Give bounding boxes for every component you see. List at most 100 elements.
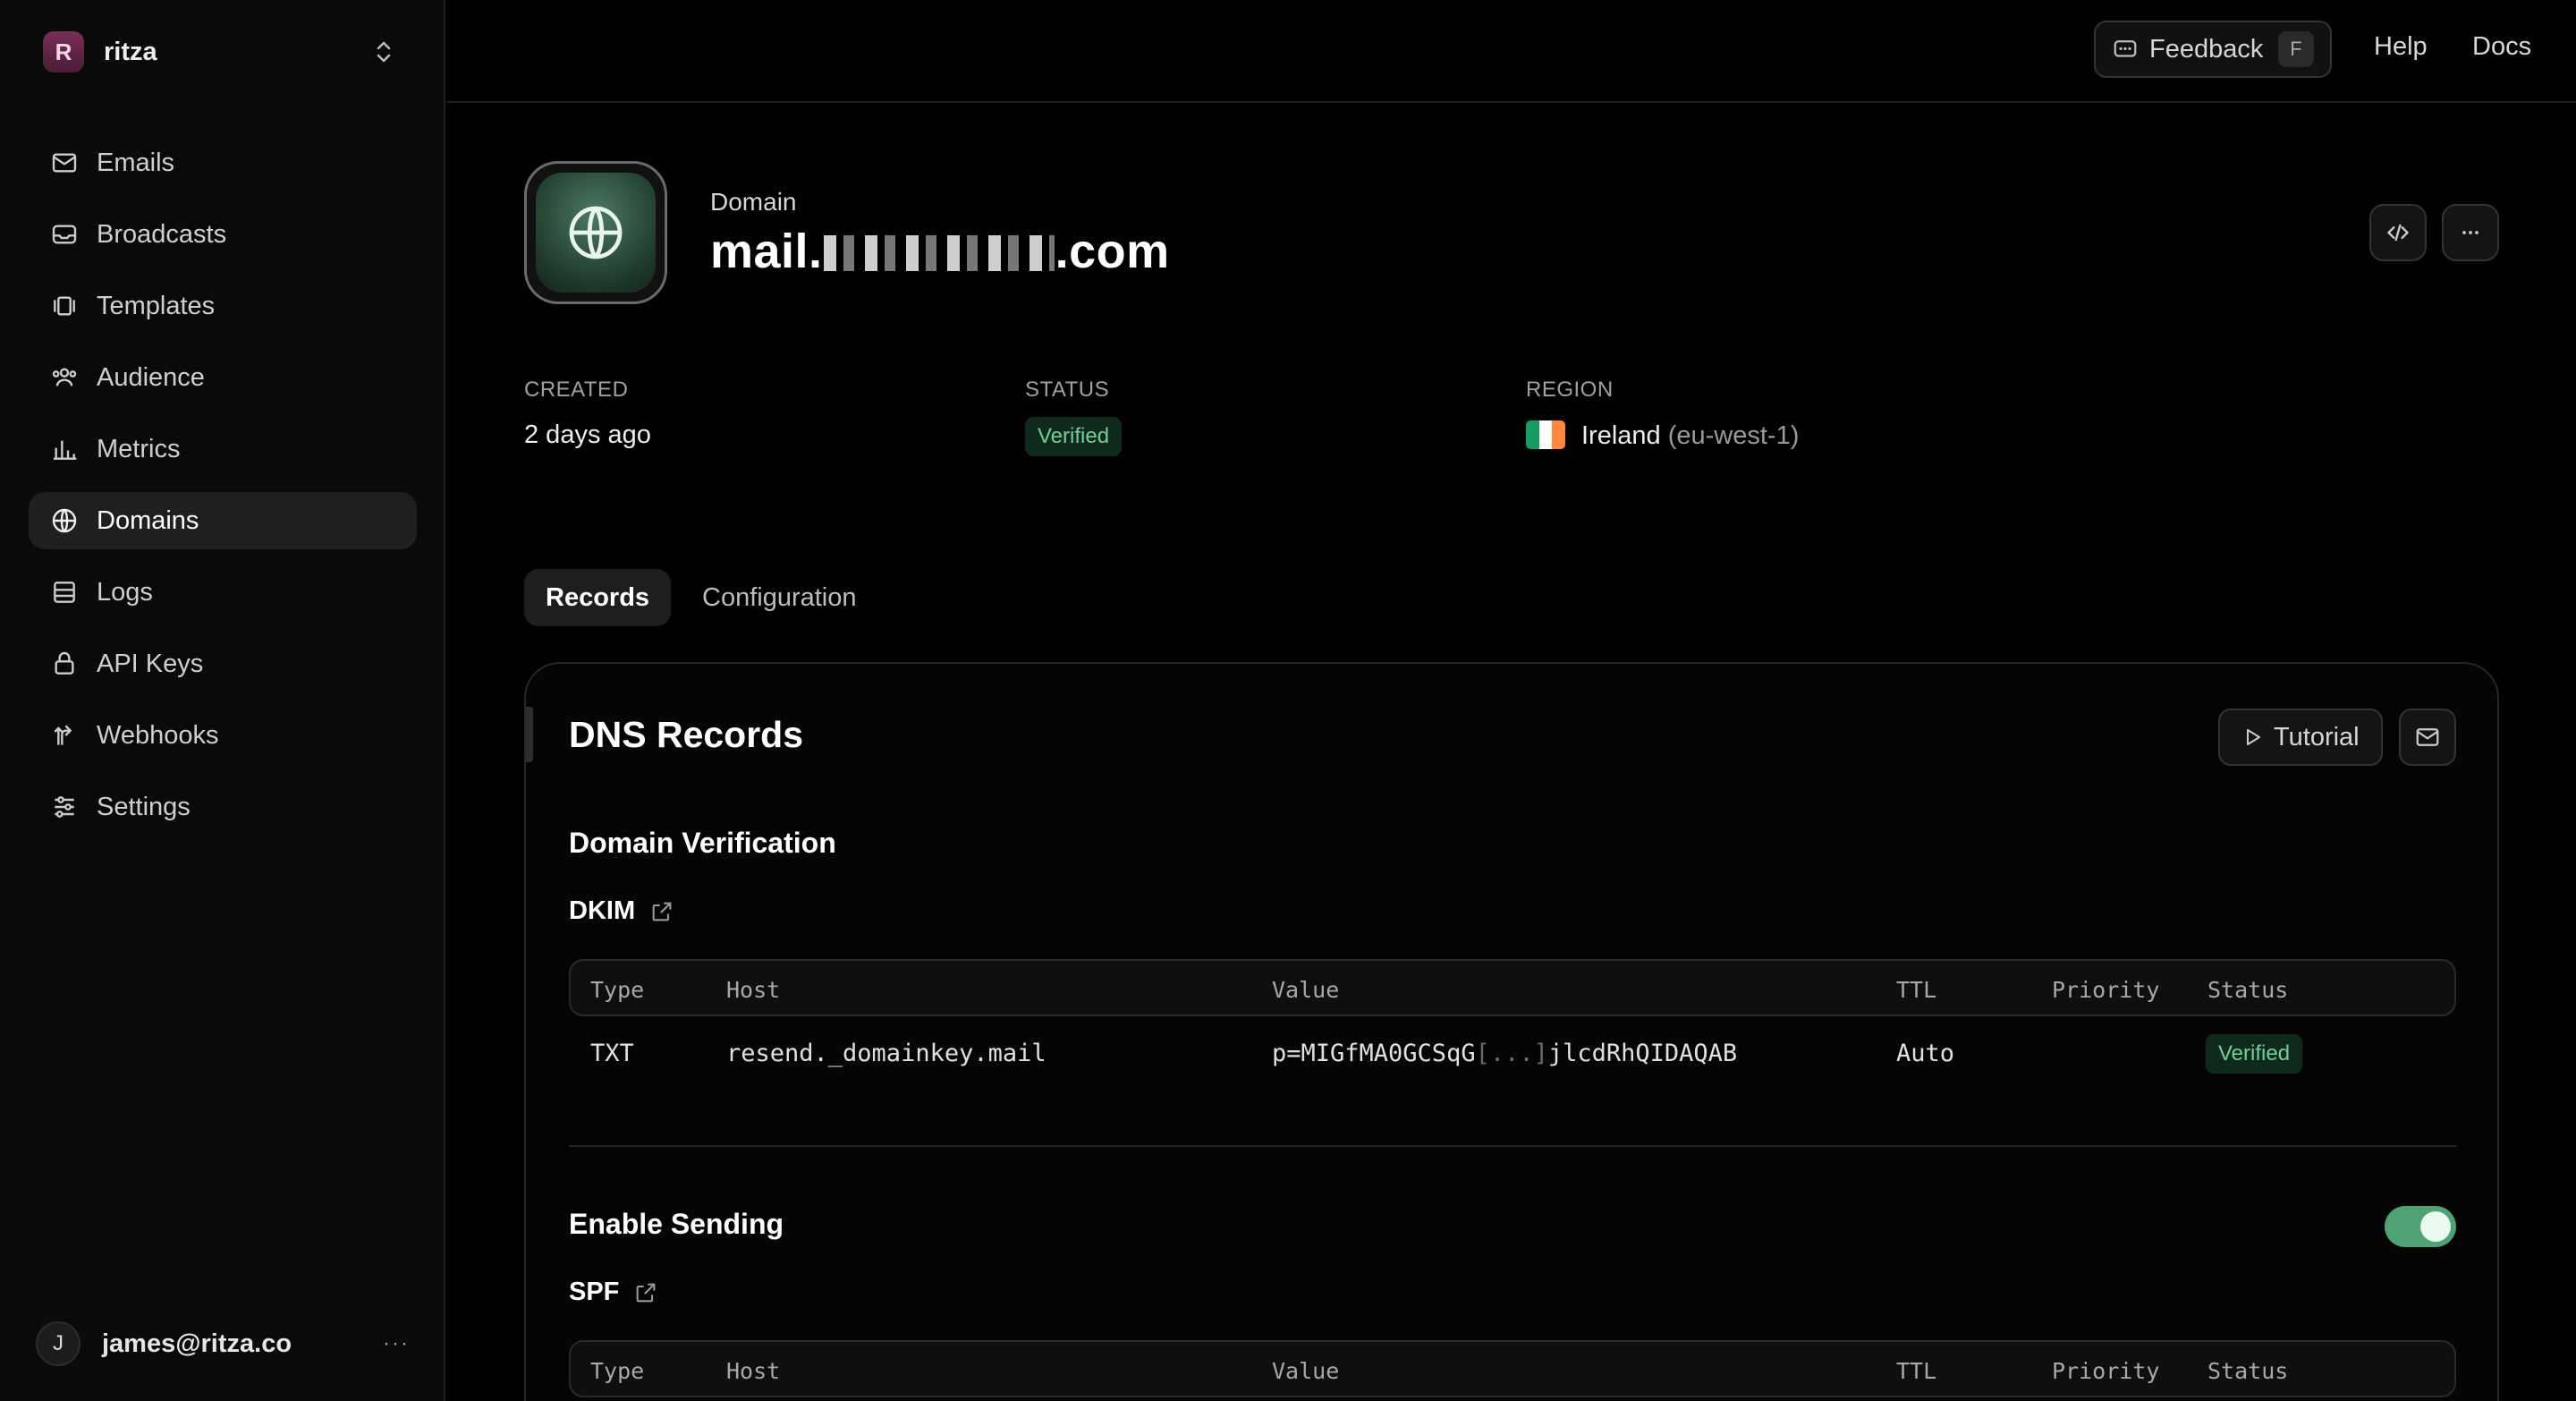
sidebar-item-webhooks[interactable]: Webhooks	[29, 707, 417, 764]
topbar: Feedback F Help Docs	[447, 0, 2576, 103]
record-status: Verified	[2206, 1034, 2303, 1074]
feedback-button[interactable]: Feedback F	[2094, 21, 2332, 78]
column-type: Type	[590, 1358, 645, 1384]
sidebar-item-emails[interactable]: Emails	[29, 134, 417, 191]
status-badge-text: Verified	[1025, 417, 1123, 456]
dkim-label: DKIM	[569, 896, 636, 925]
record-host[interactable]: resend._domainkey.mail	[726, 1040, 1046, 1067]
status-badge: Verified	[1025, 417, 1123, 456]
sidebar-item-audience[interactable]: Audience	[29, 349, 417, 406]
record-value[interactable]: p=MIGfMA0GCSqG[...]jlcdRhQIDAQAB	[1272, 1040, 1737, 1067]
lock-icon	[55, 651, 74, 675]
sidebar-item-label: Templates	[97, 291, 216, 320]
toggle-knob	[2420, 1211, 2451, 1242]
sidebar-item-label: API Keys	[97, 649, 204, 678]
bar-chart-icon	[54, 440, 77, 460]
dns-records-card: DNS Records Tutorial Domain Verification…	[524, 662, 2499, 1401]
created-value: 2 days ago	[524, 420, 651, 449]
mail-icon	[52, 153, 77, 173]
feedback-label: Feedback	[2149, 34, 2264, 64]
enable-sending-toggle[interactable]	[2385, 1206, 2456, 1247]
code-icon	[2387, 224, 2409, 242]
sidebar-item-label: Broadcasts	[97, 219, 227, 249]
team-name: ritza	[104, 37, 157, 66]
sidebar-nav: Emails Broadcasts Templates Audience Met…	[29, 134, 417, 850]
user-menu[interactable]: J james@ritza.co ···	[36, 1320, 410, 1367]
sidebar-item-label: Audience	[97, 362, 205, 392]
column-status: Status	[2207, 1358, 2289, 1384]
list-icon	[54, 582, 75, 603]
created-label: CREATED	[524, 378, 629, 402]
sidebar-item-label: Webhooks	[97, 720, 219, 750]
column-host: Host	[726, 977, 781, 1003]
page-title: mail. .com	[710, 224, 1170, 279]
record-ttl: Auto	[1896, 1040, 1955, 1067]
team-switcher[interactable]: R ritza	[29, 21, 408, 82]
inbox-icon	[52, 225, 77, 244]
redacted-block	[823, 235, 1055, 271]
ireland-flag-icon	[1526, 420, 1565, 449]
docs-link[interactable]: Docs	[2472, 32, 2531, 62]
webhook-icon	[54, 725, 72, 745]
feedback-shortcut: F	[2278, 31, 2314, 67]
chevron-up-down-icon	[377, 41, 391, 63]
tutorial-button[interactable]: Tutorial	[2218, 709, 2383, 766]
column-host: Host	[726, 1358, 781, 1384]
region-name: Ireland	[1581, 421, 1661, 450]
email-records-button[interactable]	[2399, 709, 2456, 766]
enable-sending-title: Enable Sending	[569, 1208, 784, 1240]
sidebar-item-domains[interactable]: Domains	[29, 492, 417, 549]
value-ellipsis: [...]	[1475, 1040, 1548, 1067]
column-value: Value	[1272, 977, 1340, 1003]
sidebar-item-label: Metrics	[97, 434, 181, 463]
avatar: J	[36, 1321, 80, 1366]
dkim-heading: DKIM	[569, 896, 674, 926]
more-icon[interactable]: ···	[383, 1331, 410, 1356]
sidebar-item-api-keys[interactable]: API Keys	[29, 635, 417, 692]
domain-verification-title: Domain Verification	[569, 827, 836, 859]
spf-heading: SPF	[569, 1278, 658, 1307]
sidebar-item-label: Emails	[97, 148, 175, 177]
sidebar: R ritza Emails Broadcasts Templates Audi…	[0, 0, 445, 1401]
region-code: (eu-west-1)	[1667, 421, 1800, 450]
status-badge: Verified	[2206, 1034, 2303, 1074]
sidebar-item-templates[interactable]: Templates	[29, 277, 417, 335]
tutorial-label: Tutorial	[2274, 722, 2360, 751]
sidebar-item-label: Settings	[97, 792, 191, 821]
region-value: Ireland (eu-west-1)	[1526, 420, 1799, 451]
column-value: Value	[1272, 1358, 1340, 1384]
section-divider	[569, 1145, 2456, 1147]
sidebar-item-broadcasts[interactable]: Broadcasts	[29, 206, 417, 263]
more-icon	[2462, 231, 2479, 234]
dkim-table-header: Type Host Value TTL Priority Status	[569, 959, 2456, 1016]
column-type: Type	[590, 977, 645, 1003]
help-link[interactable]: Help	[2374, 32, 2428, 62]
domain-name-prefix: mail.	[710, 225, 823, 278]
globe-icon	[52, 508, 77, 533]
sidebar-item-settings[interactable]: Settings	[29, 778, 417, 836]
record-type: TXT	[590, 1040, 634, 1067]
more-options-button[interactable]	[2442, 204, 2499, 261]
sidebar-item-label: Domains	[97, 505, 199, 535]
column-priority: Priority	[2052, 1358, 2160, 1384]
api-code-button[interactable]	[2369, 204, 2427, 261]
spf-label: SPF	[569, 1278, 620, 1306]
external-link-icon[interactable]	[633, 1280, 658, 1305]
spf-table-header: Type Host Value TTL Priority Status	[569, 1340, 2456, 1397]
column-ttl: TTL	[1896, 1358, 1937, 1384]
domain-name-suffix: .com	[1055, 225, 1170, 278]
table-row: TXT resend._domainkey.mail p=MIGfMA0GCSq…	[569, 1018, 2456, 1090]
sidebar-item-label: Logs	[97, 577, 153, 607]
card-accent	[526, 707, 533, 762]
external-link-icon[interactable]	[649, 899, 674, 924]
value-start: p=MIGfMA0GCSqG	[1272, 1040, 1476, 1067]
sidebar-item-logs[interactable]: Logs	[29, 564, 417, 621]
tab-configuration[interactable]: Configuration	[681, 569, 878, 626]
team-avatar: R	[43, 31, 84, 72]
users-icon	[52, 368, 77, 386]
sliders-icon	[55, 796, 74, 818]
domain-logo	[524, 161, 667, 304]
tab-records[interactable]: Records	[524, 569, 672, 626]
sidebar-item-metrics[interactable]: Metrics	[29, 420, 417, 478]
dns-records-title: DNS Records	[569, 714, 804, 755]
